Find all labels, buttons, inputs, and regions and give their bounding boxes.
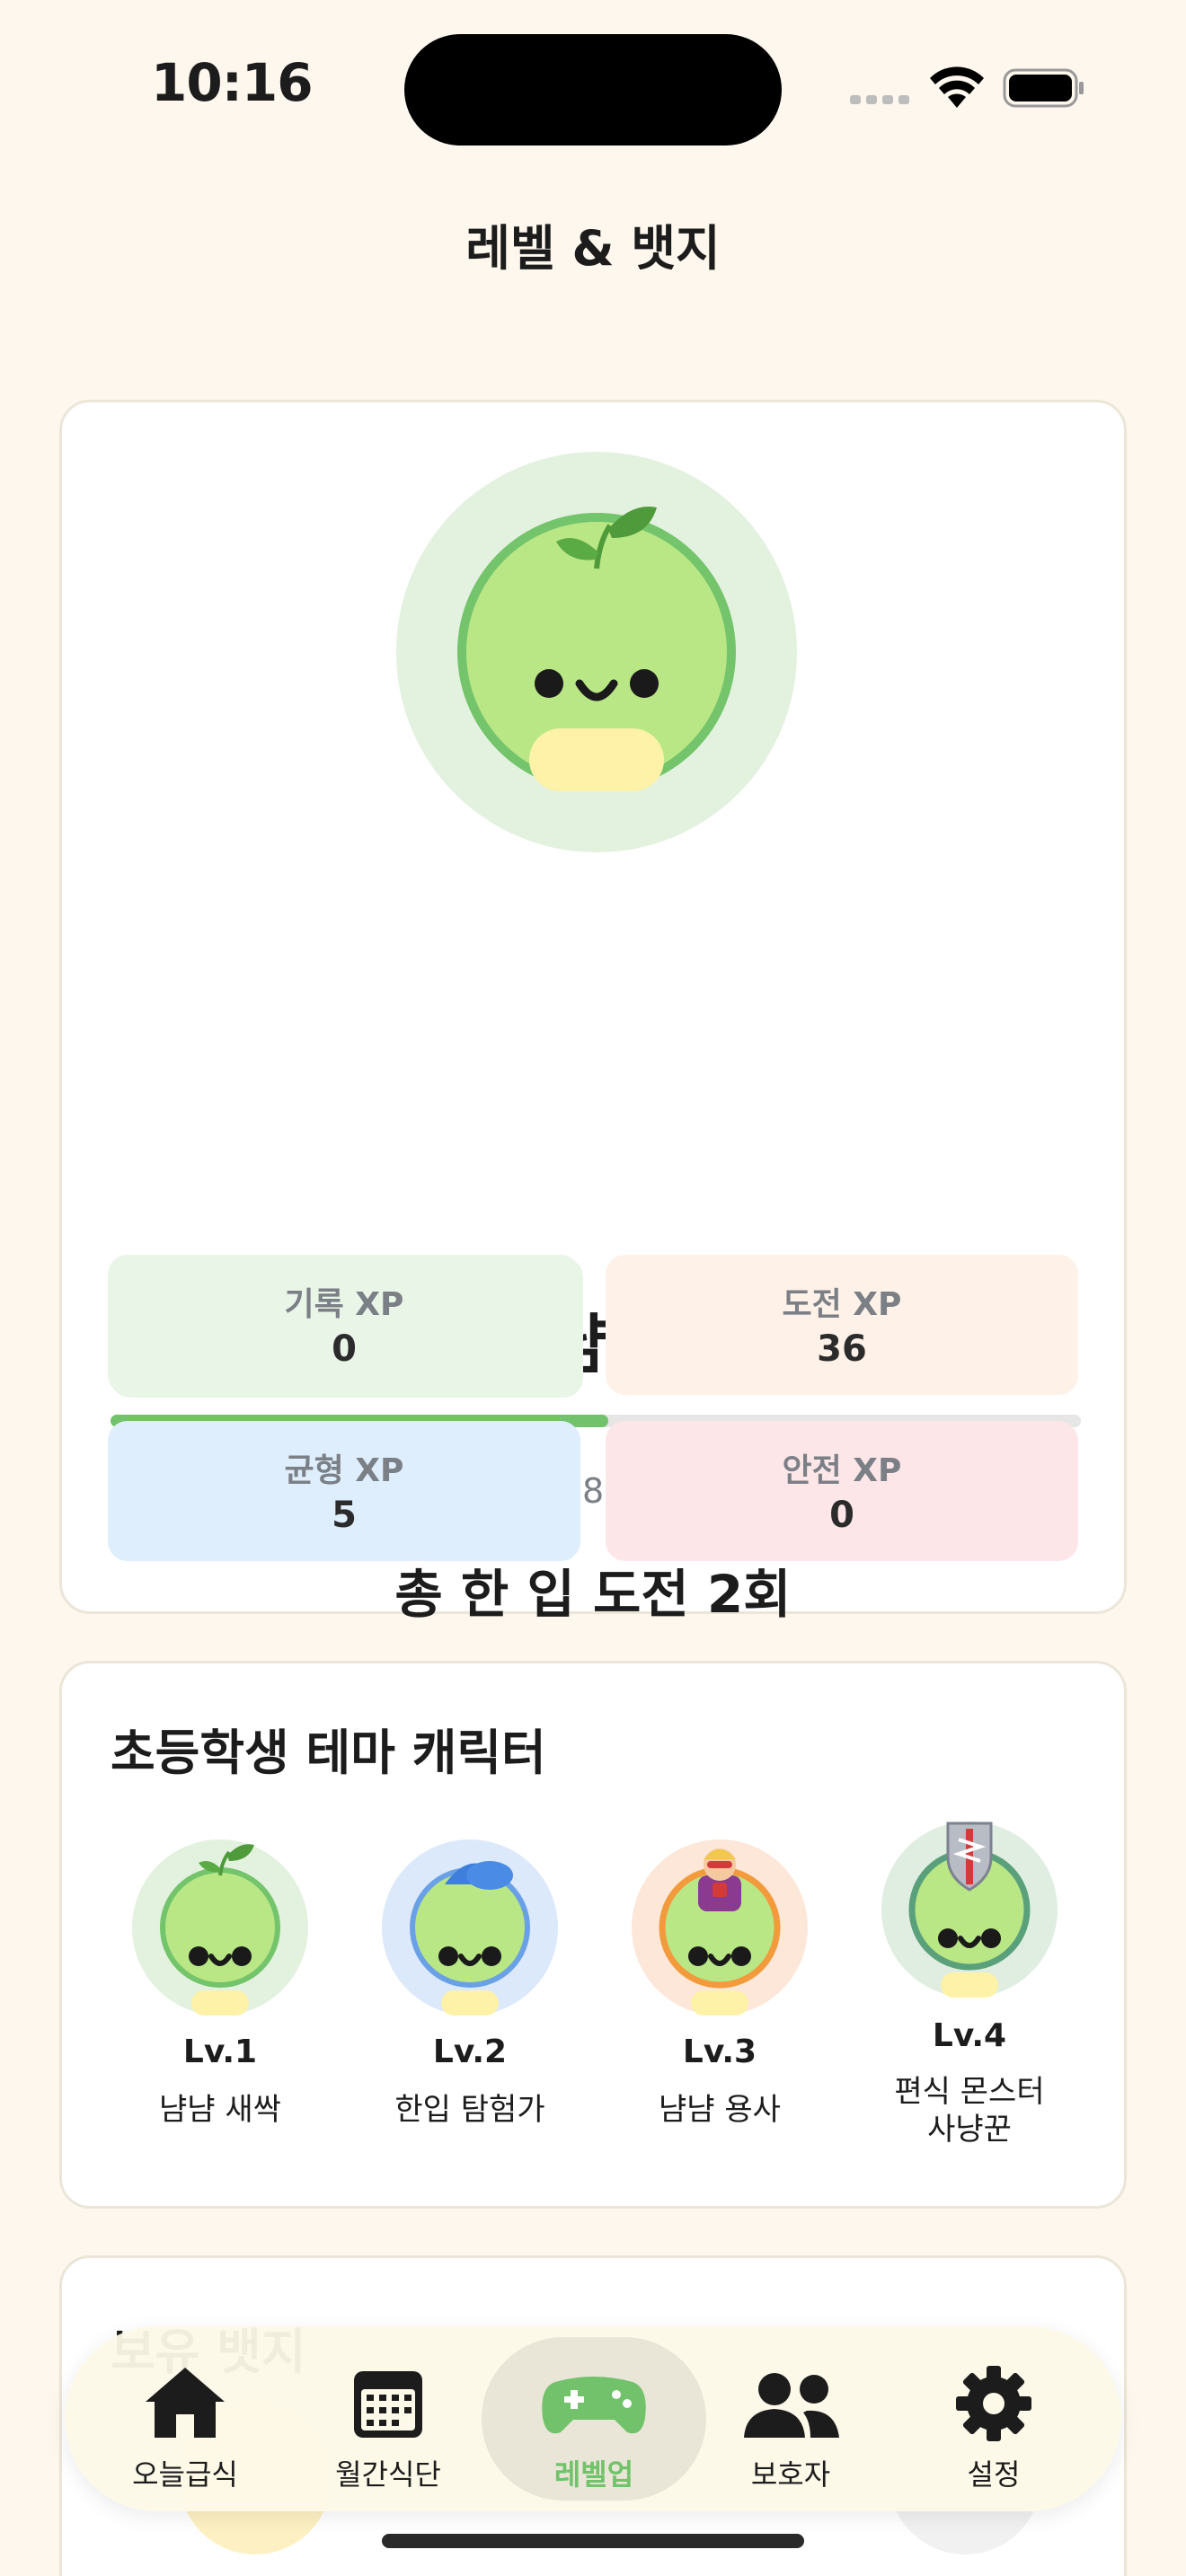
character-name: 냠냠 용사 (659, 2092, 781, 2128)
gamepad-icon (542, 2377, 646, 2434)
section-title: 초등학생 테마 캐릭터 (111, 1725, 546, 1781)
stat-value: 36 (817, 1328, 867, 1370)
stat-label: 균형 XP (284, 1452, 404, 1489)
sprout-character-icon (132, 1839, 308, 2016)
tab-monthly-menu[interactable]: 월간식단 (289, 2326, 487, 2511)
cap-character-icon (382, 1839, 558, 2016)
character-level: Lv.1 (182, 2033, 258, 2070)
stat-value: 0 (829, 1495, 854, 1536)
character-level: Lv.4 (932, 2017, 1007, 2054)
people-icon (744, 2373, 839, 2438)
stat-label: 도전 XP (782, 1286, 902, 1323)
character-level: Lv.3 (682, 2033, 757, 2070)
gear-icon (956, 2366, 1031, 2441)
stat-balance-xp: 균형 XP 5 (108, 1421, 580, 1561)
home-indicator (382, 2534, 804, 2548)
tab-guardian[interactable]: 보호자 (692, 2326, 890, 2511)
dynamic-island (404, 34, 782, 146)
stat-challenge-xp: 도전 XP 36 (606, 1255, 1078, 1395)
character-name: 냠냠 새싹 (159, 2092, 281, 2128)
wifi-icon (930, 66, 984, 108)
status-time: 10:16 (151, 52, 314, 113)
stat-value: 5 (332, 1495, 357, 1536)
tab-today-meal[interactable]: 오늘급식 (86, 2326, 284, 2511)
character-name: 한입 탐험가 (394, 2092, 545, 2128)
tab-label: 오늘급식 (132, 2457, 238, 2492)
tab-label: 설정 (967, 2457, 1021, 2492)
tab-label: 레벨업 (553, 2457, 634, 2492)
home-icon (146, 2368, 225, 2438)
tab-label: 월간식단 (335, 2457, 441, 2492)
signal-icon (850, 95, 909, 104)
character-level: Lv.2 (432, 2033, 508, 2070)
status-bar: 10:16 (0, 0, 1186, 180)
calendar-icon (354, 2371, 422, 2438)
tab-settings[interactable]: 설정 (895, 2326, 1093, 2511)
stat-label: 기록 XP (284, 1286, 404, 1323)
shield-character-icon (881, 1822, 1058, 1998)
theme-characters-card: 초등학생 테마 캐릭터 Lv.1 냠냠 새싹 Lv.2 한입 탐험가 Lv.3 … (59, 1661, 1127, 2209)
stat-safety-xp: 안전 XP 0 (606, 1421, 1078, 1561)
stat-label: 안전 XP (782, 1452, 902, 1489)
character-name: 편식 몬스터 사냥꾼 (894, 2074, 1045, 2148)
stat-record-xp: 기록 XP 0 (108, 1255, 580, 1395)
tab-level-up[interactable]: 레벨업 (482, 2326, 706, 2511)
hero-character-icon (632, 1839, 808, 2016)
bottom-tab-bar: 오늘급식 월간식단 레벨업 보호자 설정 (65, 2326, 1121, 2511)
stats-grid: 기록 XP 0 도전 XP 36 균형 XP 5 안전 XP 0 (59, 400, 1127, 1614)
battery-icon (1003, 68, 1084, 108)
tab-label: 보호자 (750, 2457, 831, 2492)
stat-value: 0 (332, 1328, 357, 1370)
page-title: 레벨 & 뱃지 (465, 220, 721, 277)
